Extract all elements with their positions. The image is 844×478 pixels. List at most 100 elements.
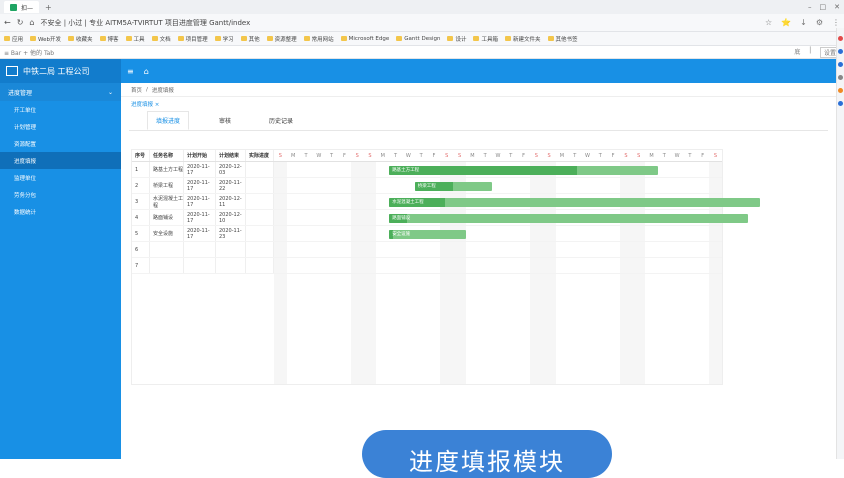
bookmark-item[interactable]: 设计 [447,35,466,43]
gantt-cell-start: 2020-11-17 [184,194,216,209]
folder-icon [214,36,221,41]
folder-icon [303,36,310,41]
bookmark-item[interactable]: 资源整理 [266,35,297,43]
maximize-button[interactable]: □ [820,3,827,11]
extension-red-icon[interactable] [838,36,843,41]
bookmark-label: 资源整理 [274,36,297,43]
gantt-row[interactable]: 2 桥梁工程 2020-11-17 2020-11-22 桥梁工程 [132,178,722,194]
browser-tab[interactable]: 扣— [4,1,40,13]
new-tab-button[interactable]: + [45,3,52,12]
menu-toggle-icon[interactable]: ≡ [127,67,134,76]
home-icon[interactable]: ⌂ [29,18,34,27]
gantt-day-label: T [662,152,666,159]
gantt-task-label: 桥梁工程 [417,184,436,189]
bookmark-label: Microsoft Edge [348,35,390,42]
bookmark-item[interactable]: 项目管理 [177,35,208,43]
bookmark-item[interactable]: 学习 [214,35,234,43]
sidebar-item[interactable]: 计划管理 [0,118,121,135]
bookmark-star-icon[interactable]: ☆ [765,18,772,27]
gantt-day-label: F [432,152,436,159]
gantt-task-bar[interactable]: 安全设施 [389,230,466,239]
sidebar-item[interactable]: 资源配置 [0,135,121,152]
bookmark-item[interactable]: 新建文件夹 [504,35,541,43]
tab-fill-progress[interactable]: 填报进度 [147,111,190,130]
company-logo[interactable]: 中铁二局 工程公司 [0,59,121,83]
sidebar-item[interactable]: 进度填报 [0,152,121,169]
bookmark-item[interactable]: Gantt Design [396,36,440,42]
close-window-button[interactable]: ✕ [834,3,840,11]
gantt-cell-end: 2020-12-03 [216,162,246,177]
page-tab-progress[interactable]: 进度填报 × [131,100,159,108]
gantt-task-bar[interactable]: 水泥混凝土工程 [389,198,761,207]
sidebar-item[interactable]: 开工单位 [0,101,121,118]
bookmark-item[interactable]: 常用网站 [303,35,334,43]
bookmark-item[interactable]: 应用 [4,35,23,43]
tab-history[interactable]: 历史记录 [261,112,301,129]
browser-tab-title: 扣— [21,4,34,12]
bookmark-item[interactable]: Web开发 [30,35,61,43]
extension-blue-icon-2[interactable] [838,62,843,67]
home-nav-icon[interactable]: ⌂ [144,67,149,76]
url-field[interactable]: 不安全 | 小过 | 专业 AITM5A-TVIRTUT 项目进度管理 Gant… [40,18,759,28]
gantt-task-bar[interactable]: 桥梁工程 [414,182,492,191]
gantt-task-label: 安全设施 [392,232,411,237]
gantt-cell-end: 2020-11-22 [216,178,246,193]
minimize-button[interactable]: – [808,3,812,11]
menu-group-progress[interactable]: 进度管理 ⌄ [0,83,121,101]
gantt-task-bar[interactable]: 路基土方工程 [389,166,658,175]
gantt-day-label: W [674,152,680,159]
gantt-cell-start: 2020-11-17 [184,178,216,193]
extension-orange-icon[interactable] [838,88,843,93]
gantt-timeline: 路面铺设 [274,210,748,225]
gantt-day-label: F [342,152,346,159]
gantt-task-bar[interactable]: 路面铺设 [389,214,748,223]
sidebar-item[interactable]: 监理单位 [0,169,121,186]
favorites-icon[interactable]: ⭐ [781,18,791,27]
folder-icon [504,36,511,41]
page-header-left[interactable]: ≡ Bar + 他的 Tab [4,48,54,57]
gantt-row[interactable]: 6 [132,242,722,258]
bookmark-item[interactable]: 工具 [125,35,145,43]
tab-review[interactable]: 审核 [211,112,239,129]
gantt-row[interactable]: 1 路基土方工程 2020-11-17 2020-12-03 路基土方工程 [132,162,722,178]
bookmark-item[interactable]: 其他书签 [547,35,578,43]
gantt-timeline: 水泥混凝土工程 [274,194,761,209]
page-header-item-bottom[interactable]: 底 [794,47,800,58]
extension-blue-icon[interactable] [838,49,843,54]
more-menu-icon[interactable]: ⋮ [832,18,840,27]
extension-blue-icon-3[interactable] [838,101,843,106]
folder-icon [240,36,247,41]
bookmark-label: Web开发 [38,36,62,43]
bookmark-label: 常用网站 [311,36,334,43]
gantt-day-label: F [611,152,615,159]
reload-icon[interactable]: ↻ [17,18,24,27]
gantt-cell-progress [246,162,274,177]
settings-gear-icon[interactable]: ⚙ [816,18,823,27]
download-icon[interactable]: ↓ [800,18,807,27]
gantt-cell-name: 安全设施 [150,226,184,241]
gantt-day-label: T [573,152,577,159]
extension-gray-icon[interactable] [838,75,843,80]
bookmark-item[interactable]: 文档 [151,35,171,43]
gantt-day-label: S [637,152,641,159]
bookmark-label: 工具 [133,36,145,43]
gantt-cell-start [184,242,216,257]
gantt-row[interactable]: 3 水泥混凝土工程 2020-11-17 2020-12-11 水泥混凝土工程 [132,194,761,210]
bookmark-item[interactable]: 其他 [240,35,260,43]
gantt-day-label: T [509,152,513,159]
bookmark-item[interactable]: 博客 [99,35,119,43]
gantt-row[interactable]: 4 路面铺设 2020-11-17 2020-12-10 路面铺设 [132,210,748,226]
gantt-row[interactable]: 7 [132,258,722,274]
sidebar-item[interactable]: 劳务分包 [0,186,121,203]
app-topbar: ≡ ⌂ [121,59,836,83]
gantt-row[interactable]: 5 安全设施 2020-11-17 2020-11-23 安全设施 [132,226,722,242]
gantt-day-label: T [394,152,398,159]
sidebar-item[interactable]: 数据统计 [0,203,121,220]
bookmark-item[interactable]: 收藏夹 [68,35,93,43]
bookmark-item[interactable]: 工具箱 [473,35,498,43]
back-icon[interactable]: ← [4,18,11,27]
breadcrumb-home[interactable]: 首页 [131,86,142,94]
bookmark-item[interactable]: Microsoft Edge [340,35,390,42]
gantt-cell-name: 水泥混凝土工程 [150,194,184,209]
folder-icon [396,36,403,41]
